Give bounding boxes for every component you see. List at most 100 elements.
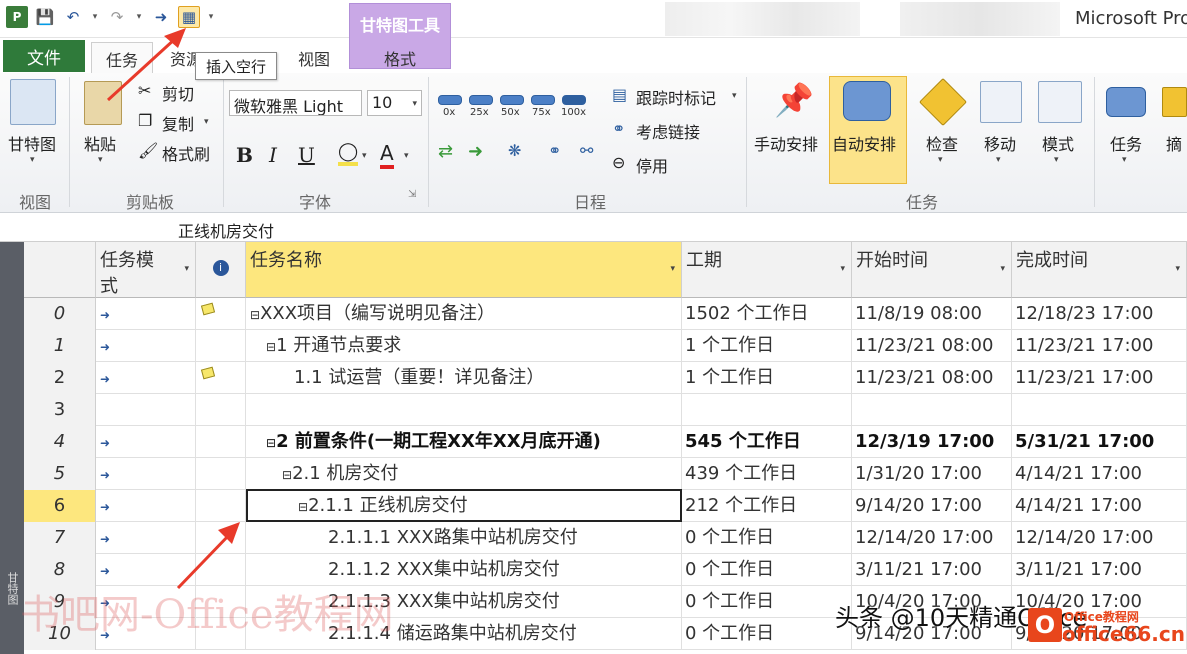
duration-cell[interactable]: 0 个工作日	[682, 554, 852, 586]
task-mode-cell[interactable]: ➜	[96, 490, 196, 522]
dialog-launcher-icon[interactable]: ⇲	[408, 189, 416, 200]
start-cell[interactable]: 11/23/21 08:00	[852, 330, 1012, 362]
select-all-corner[interactable]	[24, 242, 96, 298]
save-icon[interactable]: 💾	[34, 6, 56, 28]
entry-bar-value[interactable]: 正线机房交付	[178, 218, 274, 242]
chevron-down-icon[interactable]: ▾	[670, 264, 675, 274]
table-row[interactable]: 5 ➜ ⊟2.1 机房交付 439 个工作日 1/31/20 17:00 4/1…	[24, 458, 1187, 490]
indicator-cell[interactable]	[196, 490, 246, 522]
chevron-down-icon[interactable]: ▾	[412, 99, 417, 109]
table-row[interactable]: 0 ➜ ⊟XXX项目（编写说明见备注） 1502 个工作日 11/8/19 08…	[24, 298, 1187, 330]
row-id[interactable]: 5	[24, 458, 96, 490]
bold-button[interactable]: B	[236, 143, 253, 167]
indicator-cell[interactable]	[196, 394, 246, 426]
start-cell[interactable]: 12/3/19 17:00	[852, 426, 1012, 458]
task-name-cell[interactable]: 2.1.1.1 XXX路集中站机房交付	[246, 522, 682, 554]
finish-cell[interactable]: 12/14/20 17:00	[1012, 522, 1187, 554]
chevron-down-icon[interactable]: ▾	[732, 91, 737, 101]
column-header-start[interactable]: 开始时间 ▾	[852, 242, 1012, 298]
copy-button[interactable]: 复制	[162, 111, 194, 135]
duration-cell[interactable]: 1 个工作日	[682, 362, 852, 394]
duration-cell[interactable]: 0 个工作日	[682, 586, 852, 618]
task-icon[interactable]	[1106, 87, 1146, 117]
manual-schedule-button[interactable]: 手动安排	[754, 131, 818, 155]
row-id[interactable]: 3	[24, 394, 96, 426]
task-name-cell[interactable]: ⊟2 前置条件(一期工程XX年XX月底开通)	[246, 426, 682, 458]
column-header-task-mode[interactable]: 任务模 式 ▾	[96, 242, 196, 298]
start-cell[interactable]: 12/14/20 17:00	[852, 522, 1012, 554]
indicator-cell[interactable]	[196, 330, 246, 362]
chevron-down-icon[interactable]: ▾	[1122, 155, 1127, 165]
row-id[interactable]: 4	[24, 426, 96, 458]
customize-qat-icon[interactable]: ▾	[206, 6, 216, 28]
start-cell[interactable]: 11/23/21 08:00	[852, 362, 1012, 394]
font-name-input[interactable]: 微软雅黑 Light	[229, 90, 362, 116]
gantt-chart-button[interactable]: 甘特图	[8, 131, 56, 155]
duration-cell[interactable]: 0 个工作日	[682, 618, 852, 650]
summary-icon[interactable]	[1162, 87, 1187, 117]
task-mode-cell[interactable]: ➜	[96, 362, 196, 394]
duration-cell[interactable]	[682, 394, 852, 426]
finish-cell[interactable]: 12/18/23 17:00	[1012, 298, 1187, 330]
duration-cell[interactable]: 439 个工作日	[682, 458, 852, 490]
inspect-icon[interactable]	[918, 77, 968, 127]
undo-dropdown-icon[interactable]: ▾	[90, 6, 100, 28]
track-icon[interactable]: ▤	[612, 85, 627, 104]
pct-100-icon[interactable]	[562, 95, 586, 105]
entry-bar[interactable]: 正线机房交付	[0, 213, 1187, 242]
unlink-tasks-icon[interactable]: ⚯	[580, 141, 593, 160]
collapse-icon[interactable]: ⊟	[250, 308, 260, 322]
auto-schedule-icon[interactable]	[843, 81, 891, 121]
collapse-icon[interactable]: ⊟	[266, 436, 276, 450]
start-cell[interactable]: 1/31/20 17:00	[852, 458, 1012, 490]
outdent-icon[interactable]: ⇄	[438, 141, 453, 162]
tab-task[interactable]: 任务	[91, 42, 153, 74]
cut-button[interactable]: 剪切	[162, 81, 194, 105]
pct-25-icon[interactable]	[469, 95, 493, 105]
paste-icon[interactable]	[84, 81, 122, 125]
duration-cell[interactable]: 212 个工作日	[682, 490, 852, 522]
redo-dropdown-icon[interactable]: ▾	[134, 6, 144, 28]
chevron-down-icon[interactable]: ▾	[1054, 155, 1059, 165]
start-cell[interactable]	[852, 394, 1012, 426]
respect-links-button[interactable]: 考虑链接	[636, 119, 700, 143]
chevron-down-icon[interactable]: ▾	[1175, 264, 1180, 274]
task-mode-cell[interactable]: ➜	[96, 330, 196, 362]
tab-file[interactable]: 文件	[3, 40, 85, 72]
task-mode-cell[interactable]: ➜	[96, 298, 196, 330]
table-row-selected[interactable]: 6 ➜ ⊟2.1.1 正线机房交付 212 个工作日 9/14/20 17:00…	[24, 490, 1187, 522]
cut-icon[interactable]: ✂	[138, 81, 151, 100]
task-mode-cell[interactable]: ➜	[96, 458, 196, 490]
respect-links-icon[interactable]: ⚭	[612, 119, 625, 138]
task-name-cell[interactable]: ⊟2.1 机房交付	[246, 458, 682, 490]
indicator-cell[interactable]	[196, 522, 246, 554]
duration-cell[interactable]: 545 个工作日	[682, 426, 852, 458]
row-id[interactable]: 6	[24, 490, 96, 522]
finish-cell[interactable]	[1012, 394, 1187, 426]
underline-button[interactable]: U	[298, 143, 315, 167]
insert-row-icon[interactable]: ▦	[178, 6, 200, 28]
undo-icon[interactable]: ↶	[62, 6, 84, 28]
gantt-chart-icon[interactable]	[10, 79, 56, 125]
row-id[interactable]: 1	[24, 330, 96, 362]
task-name-cell[interactable]	[246, 394, 682, 426]
copy-icon[interactable]: ❐	[138, 111, 152, 130]
chevron-down-icon[interactable]: ▾	[404, 151, 409, 161]
start-cell[interactable]: 3/11/21 17:00	[852, 554, 1012, 586]
chevron-down-icon[interactable]: ▾	[98, 155, 103, 165]
project-app-icon[interactable]: P	[6, 6, 28, 28]
mode-icon[interactable]	[1038, 81, 1082, 123]
move-icon[interactable]	[980, 81, 1022, 123]
column-header-indicators[interactable]: i	[196, 242, 246, 298]
indicator-cell[interactable]	[196, 362, 246, 394]
auto-schedule-button[interactable]: 自动安排	[832, 131, 896, 155]
summary-button[interactable]: 摘	[1166, 131, 1182, 155]
pct-75-icon[interactable]	[531, 95, 555, 105]
table-row[interactable]: 4 ➜ ⊟2 前置条件(一期工程XX年XX月底开通) 545 个工作日 12/3…	[24, 426, 1187, 458]
chevron-down-icon[interactable]: ▾	[204, 117, 209, 127]
format-painter-button[interactable]: 格式刷	[162, 141, 210, 165]
duration-cell[interactable]: 1502 个工作日	[682, 298, 852, 330]
indicator-cell[interactable]	[196, 458, 246, 490]
tab-view[interactable]: 视图	[290, 42, 338, 74]
start-cell[interactable]: 9/14/20 17:00	[852, 490, 1012, 522]
